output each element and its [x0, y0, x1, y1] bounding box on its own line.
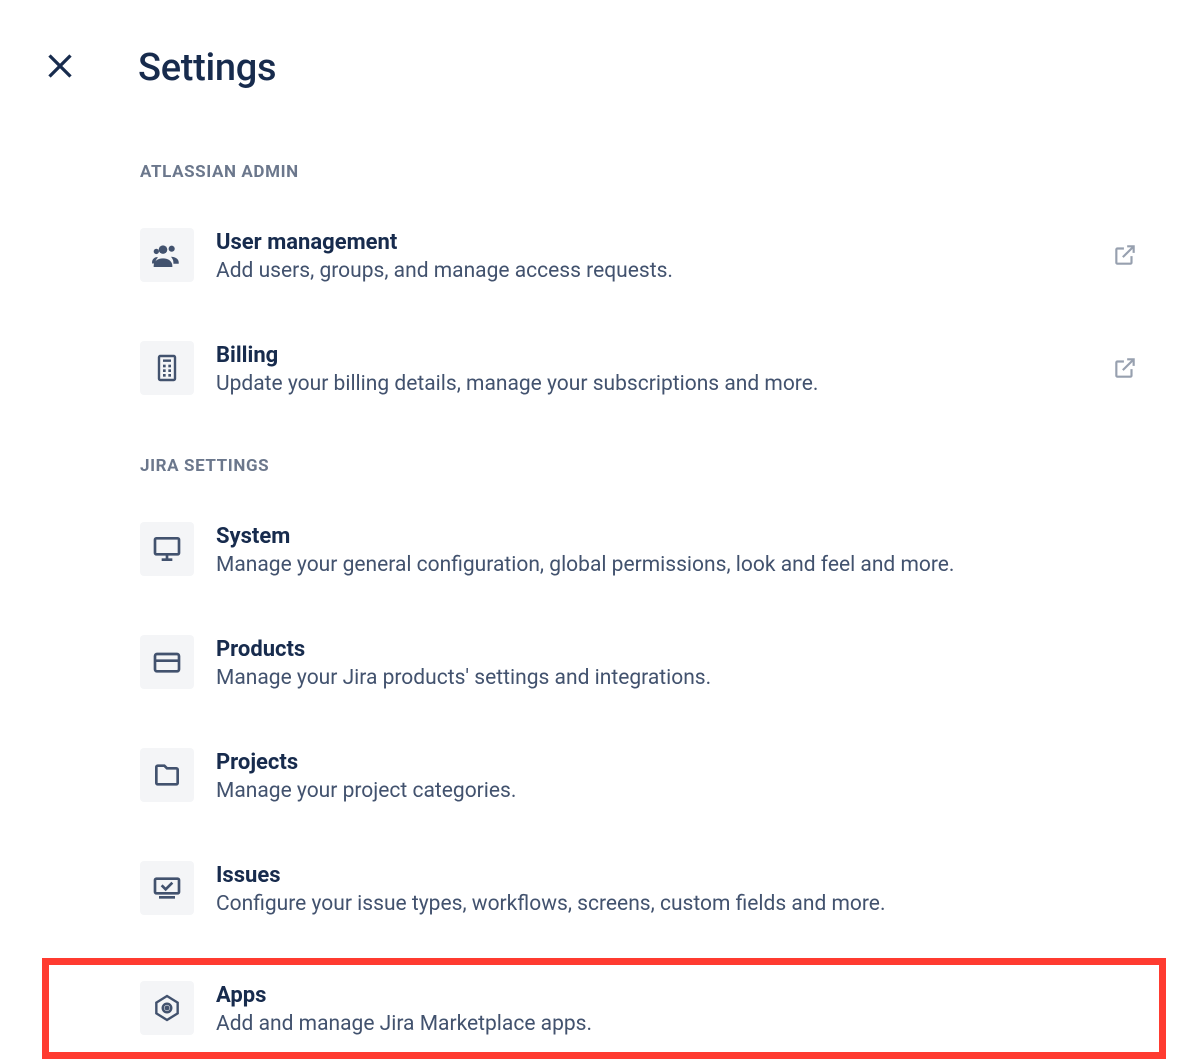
- menu-item-title: Issues: [216, 863, 1142, 888]
- menu-item-products[interactable]: Products Manage your Jira products' sett…: [140, 619, 1158, 706]
- external-link-icon: [1112, 355, 1138, 385]
- page-title: Settings: [138, 46, 276, 90]
- menu-item-title: Apps: [216, 983, 1151, 1008]
- credit-card-icon: [140, 635, 194, 689]
- apps-icon: [140, 981, 194, 1035]
- section-heading-jira: JIRA SETTINGS: [140, 456, 1158, 476]
- close-icon: [42, 48, 78, 88]
- billing-icon: [140, 341, 194, 395]
- menu-item-system[interactable]: System Manage your general configuration…: [140, 506, 1158, 593]
- menu-item-title: Billing: [216, 343, 1090, 368]
- menu-item-desc: Manage your project categories.: [216, 779, 1096, 803]
- external-link-icon: [1112, 242, 1138, 272]
- close-button[interactable]: [40, 48, 80, 88]
- menu-item-billing[interactable]: Billing Update your billing details, man…: [140, 325, 1158, 412]
- menu-item-user-management[interactable]: User management Add users, groups, and m…: [140, 212, 1158, 299]
- menu-item-title: User management: [216, 230, 1090, 255]
- users-icon: [140, 228, 194, 282]
- menu-item-desc: Manage your general configuration, globa…: [216, 553, 1096, 577]
- menu-item-desc: Update your billing details, manage your…: [216, 372, 1090, 396]
- section-heading-admin: ATLASSIAN ADMIN: [140, 162, 1158, 182]
- menu-item-desc: Add users, groups, and manage access req…: [216, 259, 1090, 283]
- folder-icon: [140, 748, 194, 802]
- menu-item-title: System: [216, 524, 1142, 549]
- menu-item-desc: Add and manage Jira Marketplace apps.: [216, 1012, 1096, 1036]
- menu-item-title: Projects: [216, 750, 1142, 775]
- menu-item-apps[interactable]: Apps Add and manage Jira Marketplace app…: [42, 958, 1166, 1059]
- menu-item-desc: Manage your Jira products' settings and …: [216, 666, 1096, 690]
- menu-item-desc: Configure your issue types, workflows, s…: [216, 892, 1096, 916]
- issues-icon: [140, 861, 194, 915]
- menu-item-projects[interactable]: Projects Manage your project categories.: [140, 732, 1158, 819]
- monitor-icon: [140, 522, 194, 576]
- menu-item-title: Products: [216, 637, 1142, 662]
- menu-item-issues[interactable]: Issues Configure your issue types, workf…: [140, 845, 1158, 932]
